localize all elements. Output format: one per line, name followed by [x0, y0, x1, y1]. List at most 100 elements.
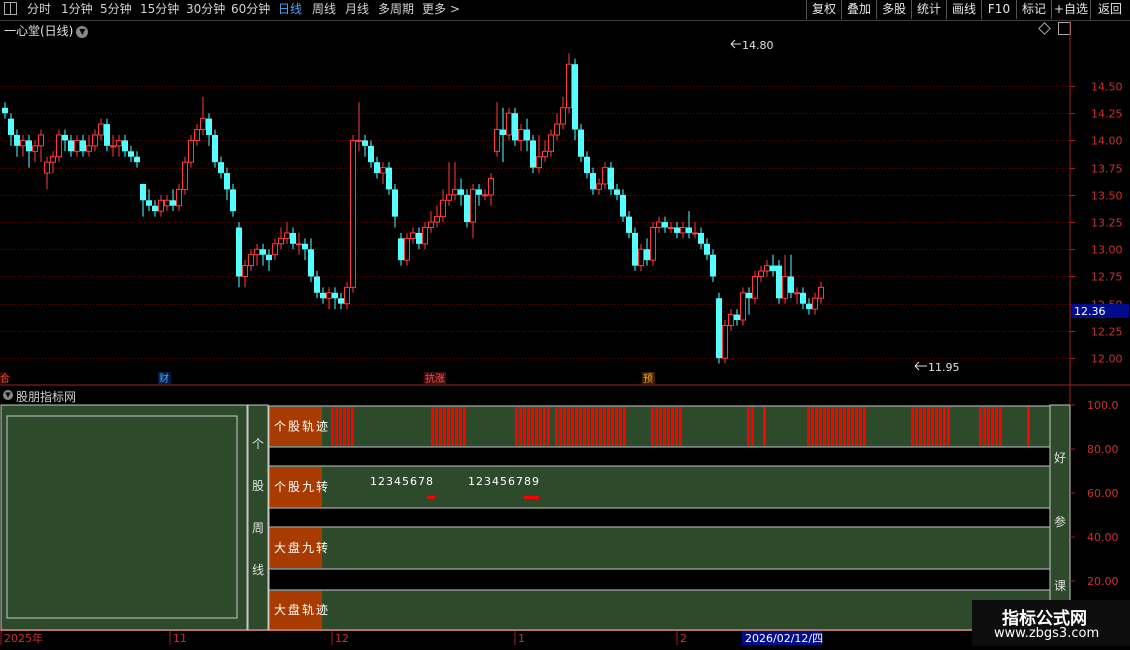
candlestick-series [2, 53, 824, 364]
candle-body [698, 232, 704, 244]
indicator-row: 大盘轨迹 [268, 589, 1051, 631]
time-axis: 2025年 11 12 1 2 [0, 631, 687, 645]
row-separator [268, 446, 1051, 467]
candle-body [290, 232, 296, 244]
candle-body [686, 227, 692, 233]
candle [542, 140, 548, 163]
candle [566, 53, 572, 114]
candle-body [308, 249, 314, 277]
candle [254, 243, 260, 266]
signal-bar [347, 407, 350, 446]
candle [344, 281, 350, 310]
signal-bar [987, 407, 990, 446]
row-separator [268, 507, 1051, 528]
candle [686, 211, 692, 239]
candle [50, 151, 56, 174]
signal-bar [863, 407, 866, 446]
signal-bar [815, 407, 818, 446]
y-tick-label: 40.00 [1087, 531, 1119, 544]
candle [56, 129, 62, 163]
signal-bar [855, 407, 858, 446]
signal-bar [999, 407, 1002, 446]
nine-turn-mark [524, 496, 539, 499]
candle [170, 189, 176, 212]
candle-body [590, 173, 596, 190]
event-tag-edge-label: 合 [0, 372, 10, 385]
candle [380, 162, 386, 184]
candle [260, 243, 266, 266]
candle-body [344, 286, 350, 305]
signal-bar [447, 407, 450, 446]
candle [230, 183, 236, 217]
group-label-char: 个 [252, 437, 264, 451]
candle [2, 102, 8, 119]
event-tag-cai-label: 财 [159, 372, 169, 385]
candle [644, 238, 650, 266]
candle-body [500, 129, 506, 135]
right-label-char: 课 [1054, 579, 1066, 593]
candle-body [170, 200, 176, 206]
candle [692, 222, 698, 239]
y-tick-label: 14.50 [1091, 81, 1123, 94]
candle-body [506, 112, 512, 136]
nine-turn-mark [427, 496, 435, 499]
y-tick-label: 12.25 [1091, 326, 1123, 339]
indicator-row: 大盘九转 [268, 526, 1051, 570]
group-label-char: 线 [252, 563, 264, 577]
signal-bar [543, 407, 546, 446]
candle [728, 309, 734, 331]
candle [680, 222, 686, 239]
signal-bar [603, 407, 606, 446]
signal-bar [671, 407, 674, 446]
candle [734, 309, 740, 326]
candle-body [638, 248, 644, 267]
y-tick-label: 12.00 [1091, 353, 1123, 366]
candle [218, 156, 224, 179]
candle [158, 194, 164, 217]
candle-body [644, 249, 650, 261]
y-tick-label: 12.75 [1091, 271, 1123, 284]
candle [788, 254, 794, 299]
signal-bar [555, 407, 558, 446]
signal-bar [835, 407, 838, 446]
candle-body [440, 199, 446, 218]
candle-body [188, 139, 194, 163]
y-tick-label: 13.75 [1091, 163, 1123, 176]
signal-bar [611, 407, 614, 446]
signal-bar [523, 407, 526, 446]
candle [326, 287, 332, 310]
candle [620, 189, 626, 223]
candle-body [554, 123, 560, 136]
candle-body [236, 227, 242, 277]
panel-collapse-icon[interactable]: ▼ [3, 390, 13, 400]
candle [128, 145, 134, 163]
candle-body [230, 189, 236, 212]
candle [794, 287, 800, 304]
candle [116, 134, 122, 157]
candle-body [626, 216, 632, 233]
candle [236, 222, 242, 288]
right-label-char: 好 [1054, 451, 1066, 465]
candle-body [512, 113, 518, 141]
candle-body [20, 139, 26, 147]
candle [104, 118, 110, 152]
candle-body [494, 129, 500, 152]
group-label-char: 股 [252, 479, 264, 493]
signal-bar [599, 407, 602, 446]
candle-body [434, 216, 440, 223]
signal-bar [547, 407, 550, 446]
candle-body [398, 238, 404, 261]
candle-body [320, 292, 326, 299]
candle [560, 96, 566, 130]
chart-canvas[interactable]: 12.0012.2512.5012.7513.0013.2513.5013.75… [0, 0, 1130, 650]
signal-bar [991, 407, 994, 446]
signal-bar [563, 407, 566, 446]
signal-bar [655, 407, 658, 446]
signal-bar [947, 407, 950, 446]
candle [434, 205, 440, 228]
candle [428, 211, 434, 233]
candle-body [788, 276, 794, 293]
candle [350, 134, 356, 293]
candle-body [146, 200, 152, 206]
candle [248, 249, 254, 272]
